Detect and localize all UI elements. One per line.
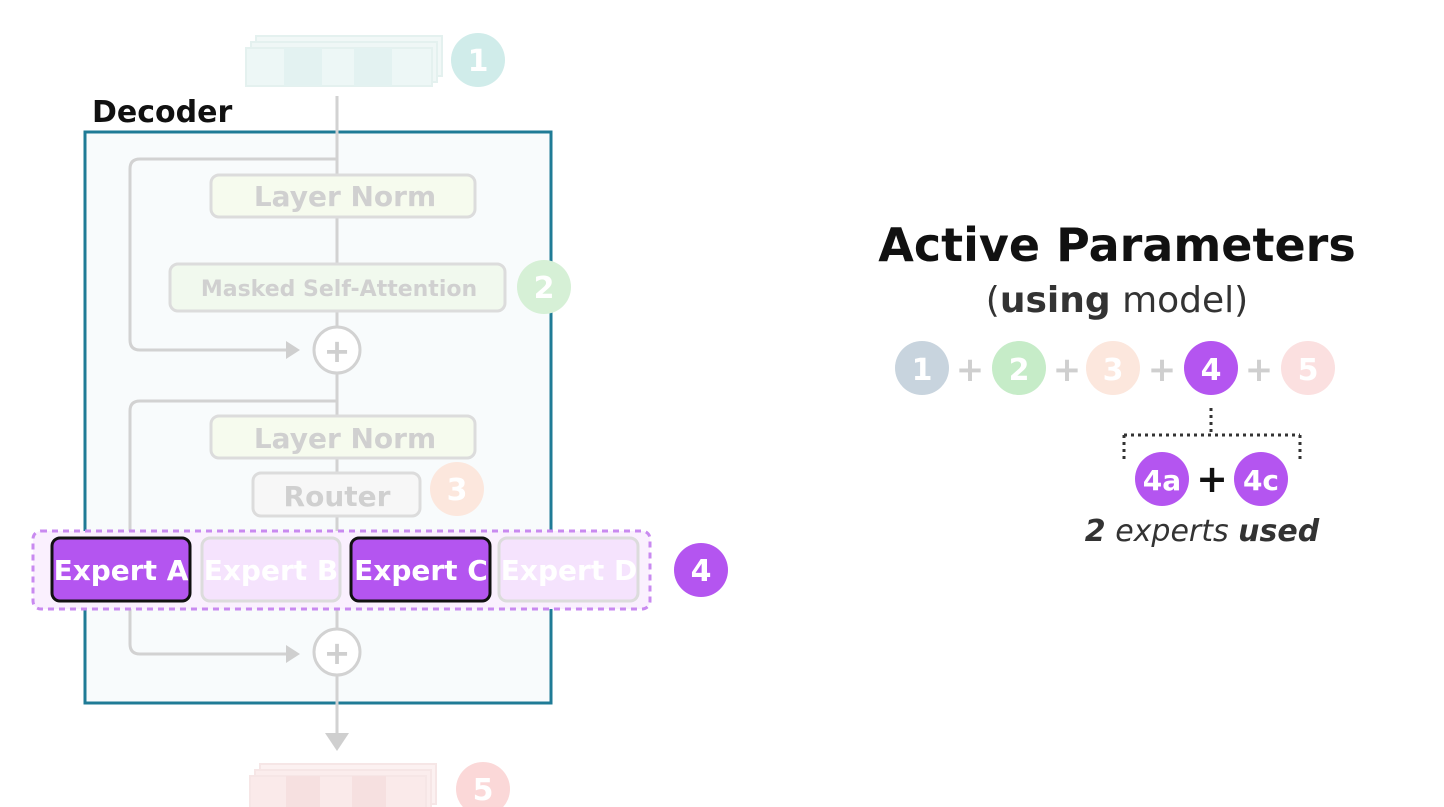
eq-plus-1: +	[956, 350, 985, 390]
badge-4-label: 4	[691, 554, 712, 589]
expert-b-label: Expert B	[204, 554, 339, 587]
expert-plus: +	[1196, 457, 1228, 501]
badge-1: 1	[451, 33, 505, 87]
eq-term-5: 5	[1298, 353, 1319, 388]
router-block: Router	[251, 471, 422, 518]
subtitle-bold: using	[1000, 280, 1111, 321]
badge-5: 5	[456, 762, 510, 807]
subtitle-paren: (	[986, 280, 1000, 321]
decoder-title: Decoder	[92, 95, 232, 130]
expert-c-block: Expert C	[349, 536, 492, 603]
expert-sum: 4a + 4c	[1135, 452, 1288, 506]
badge-3: 3	[430, 462, 484, 516]
eq-term-3: 3	[1103, 353, 1124, 388]
experts-used-caption: 2 experts used	[1085, 514, 1320, 549]
subtitle-rest: model)	[1111, 280, 1249, 321]
masked-self-attention-label: Masked Self-Attention	[201, 277, 477, 302]
add-node-2-label: +	[324, 634, 351, 672]
active-parameters-title: Active Parameters	[878, 218, 1355, 272]
moe-active-parameters-diagram: 1 Decoder Layer Norm Masked Self-Attenti…	[31, 33, 1356, 807]
output-arrow	[325, 733, 349, 751]
expert-b-block: Expert B	[200, 536, 342, 603]
active-parameters-subtitle: (using model)	[986, 280, 1248, 321]
expert-c-label: Expert C	[354, 554, 488, 587]
expert-d-label: Expert D	[501, 554, 637, 587]
eq-plus-2: +	[1053, 350, 1082, 390]
badge-2-label: 2	[534, 271, 555, 306]
expert-a-label: Expert A	[54, 554, 189, 587]
badge-4: 4	[674, 543, 728, 597]
caption-end: used	[1238, 514, 1320, 549]
eq-term-4: 4	[1201, 353, 1222, 388]
add-node-2: +	[312, 627, 362, 677]
eq-term-2: 2	[1009, 353, 1030, 388]
expert-4c-label: 4c	[1243, 464, 1279, 497]
eq-plus-3: +	[1148, 350, 1177, 390]
badge-2: 2	[517, 260, 571, 314]
caption-count: 2	[1085, 514, 1106, 549]
add-node-1-label: +	[324, 332, 351, 370]
input-token-stack	[245, 35, 443, 87]
layer-norm-bottom-label: Layer Norm	[254, 422, 436, 455]
badge-3-label: 3	[447, 473, 468, 508]
expert-d-block: Expert D	[497, 536, 640, 603]
add-node-1: +	[312, 325, 362, 375]
expert-a-block: Expert A	[50, 536, 192, 603]
layer-norm-top: Layer Norm	[209, 173, 477, 219]
output-token-stack	[249, 763, 437, 807]
masked-self-attention-block: Masked Self-Attention	[168, 262, 507, 313]
expert-bracket	[1122, 408, 1302, 462]
eq-term-1: 1	[912, 353, 933, 388]
layer-norm-bottom: Layer Norm	[209, 414, 477, 460]
equation-row: 1 + 2 + 3 + 4 + 5	[895, 341, 1335, 395]
layer-norm-top-label: Layer Norm	[254, 180, 436, 213]
router-label: Router	[284, 480, 391, 513]
badge-1-label: 1	[468, 44, 489, 79]
caption-middle: experts	[1106, 514, 1239, 549]
expert-4a-label: 4a	[1143, 464, 1181, 497]
eq-plus-4: +	[1245, 350, 1274, 390]
badge-5-label: 5	[473, 773, 494, 807]
